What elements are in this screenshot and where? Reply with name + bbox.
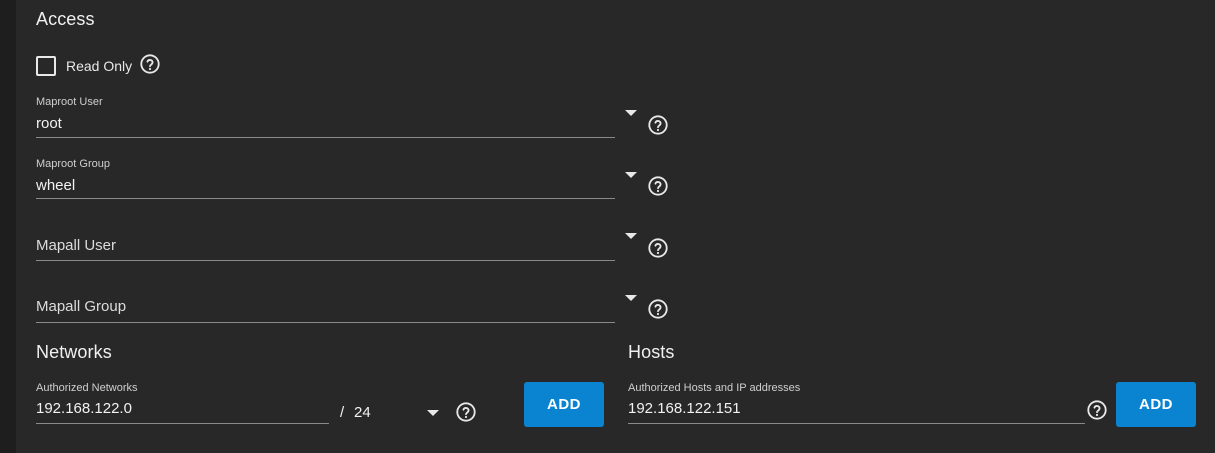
mapall-group-field[interactable]: Mapall Group: [36, 298, 126, 315]
maproot-group-underline: [36, 198, 615, 199]
help-circle-icon[interactable]: [455, 401, 477, 428]
access-section-title: Access: [36, 9, 95, 29]
maproot-user-value[interactable]: root: [36, 115, 62, 132]
help-circle-icon[interactable]: [647, 175, 669, 202]
hosts-section-title: Hosts: [628, 342, 675, 362]
help-circle-icon[interactable]: [1086, 399, 1108, 426]
authorized-networks-label: Authorized Networks: [36, 382, 138, 394]
maproot-user-underline: [36, 137, 615, 138]
authorized-hosts-underline: [628, 423, 1085, 424]
help-circle-icon[interactable]: [647, 114, 669, 141]
mapall-user-underline: [36, 260, 615, 261]
page-background: Access Read Only Maproot User root Mapro…: [0, 0, 1215, 453]
networks-section-title: Networks: [36, 342, 112, 362]
caret-down-icon[interactable]: [427, 410, 439, 416]
maproot-group-value[interactable]: wheel: [36, 177, 75, 194]
checkbox-box[interactable]: [36, 56, 56, 76]
authorized-networks-underline: [36, 423, 329, 424]
read-only-label: Read Only: [66, 58, 133, 74]
authorized-hosts-label: Authorized Hosts and IP addresses: [628, 382, 801, 394]
netmask-separator: /: [340, 404, 345, 421]
help-circle-icon[interactable]: [647, 298, 669, 325]
caret-down-icon[interactable]: [625, 110, 637, 116]
help-circle-icon[interactable]: [647, 237, 669, 264]
nfs-share-form-card: Access Read Only Maproot User root Mapro…: [16, 0, 1215, 453]
caret-down-icon[interactable]: [625, 233, 637, 239]
authorized-networks-input[interactable]: 192.168.122.0: [36, 400, 132, 417]
maproot-group-label: Maproot Group: [36, 158, 110, 170]
netmask-select[interactable]: 24: [354, 404, 371, 421]
caret-down-icon[interactable]: [625, 172, 637, 178]
authorized-hosts-input[interactable]: 192.168.122.151: [628, 400, 741, 417]
caret-down-icon[interactable]: [625, 295, 637, 301]
mapall-user-field[interactable]: Mapall User: [36, 237, 116, 254]
add-network-button[interactable]: ADD: [524, 382, 604, 427]
mapall-group-underline: [36, 322, 615, 323]
maproot-user-label: Maproot User: [36, 96, 103, 108]
add-host-button[interactable]: ADD: [1116, 382, 1196, 427]
help-circle-icon[interactable]: [139, 53, 161, 80]
